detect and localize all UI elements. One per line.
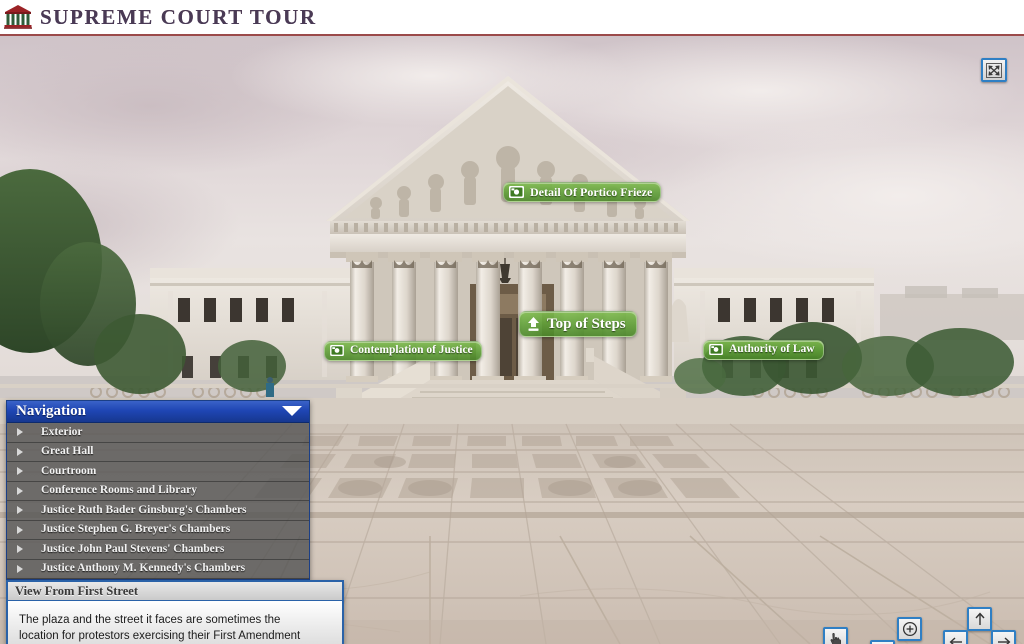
navigation-title: Navigation xyxy=(16,403,87,419)
courthouse-icon xyxy=(4,5,32,29)
navigation-panel-header[interactable]: Navigation xyxy=(7,401,309,423)
sidebar-item-conference-rooms-and-library[interactable]: Conference Rooms and Library xyxy=(7,481,309,501)
bullet-arrow-icon xyxy=(17,545,41,554)
fullscreen-expand-icon xyxy=(986,62,1002,78)
hand-pointer-icon xyxy=(830,632,841,644)
scene-info-body: The plaza and the street it faces are so… xyxy=(8,601,342,644)
sidebar-item-exterior[interactable]: Exterior xyxy=(7,423,309,443)
bullet-arrow-icon xyxy=(17,525,41,534)
hotspot-authority-of-law[interactable]: Authority of Law xyxy=(703,340,824,360)
scene-info-title-bar: View From First Street xyxy=(8,582,342,601)
plus-circle-icon xyxy=(902,621,917,637)
bullet-arrow-icon xyxy=(17,564,41,573)
sidebar-item-great-hall[interactable]: Great Hall xyxy=(7,442,309,462)
scene-info-text: The plaza and the street it faces are so… xyxy=(19,614,301,642)
fullscreen-button[interactable] xyxy=(981,58,1007,82)
camera-icon xyxy=(509,186,524,198)
sidebar-item-kennedy-chambers[interactable]: Justice Anthony M. Kennedy's Chambers xyxy=(7,559,309,579)
arrow-up-icon xyxy=(974,612,985,625)
hotspot-label: Contemplation of Justice xyxy=(350,344,473,356)
hotspot-label: Top of Steps xyxy=(547,315,626,332)
app-header: SUPREME COURT TOUR xyxy=(0,0,1024,36)
arrow-right-icon xyxy=(997,637,1010,644)
bullet-arrow-icon xyxy=(17,486,41,495)
sidebar-item-label: Courtroom xyxy=(41,464,97,477)
arrow-left-icon xyxy=(949,637,962,644)
camera-icon xyxy=(330,345,344,357)
bullet-arrow-icon xyxy=(17,447,41,456)
arrow-up-icon xyxy=(528,317,539,331)
navigation-panel: Navigation Exterior Great Hall Courtroom… xyxy=(6,400,310,580)
hotspot-label: Detail Of Portico Frieze xyxy=(530,185,653,199)
sidebar-item-label: Justice Stephen G. Breyer's Chambers xyxy=(41,523,231,535)
sidebar-item-label: Great Hall xyxy=(41,445,94,457)
sidebar-item-label: Conference Rooms and Library xyxy=(41,484,197,496)
look-right-button[interactable] xyxy=(991,630,1016,644)
zoom-out-button[interactable] xyxy=(870,640,895,644)
sidebar-item-label: Justice Ruth Bader Ginsburg's Chambers xyxy=(41,503,247,516)
sidebar-item-stevens-chambers[interactable]: Justice John Paul Stevens' Chambers xyxy=(7,540,309,560)
zoom-in-button[interactable] xyxy=(897,617,922,641)
scene-info-title: View From First Street xyxy=(15,583,138,598)
supreme-court-tour-app: SUPREME COURT TOUR Detail Of Portico Fri… xyxy=(0,0,1024,644)
pan-mode-button[interactable] xyxy=(823,627,848,644)
camera-icon xyxy=(709,344,723,356)
sidebar-item-breyer-chambers[interactable]: Justice Stephen G. Breyer's Chambers xyxy=(7,520,309,540)
look-up-button[interactable] xyxy=(967,607,992,631)
hotspot-detail-of-portico-frieze[interactable]: Detail Of Portico Frieze xyxy=(503,182,662,202)
sidebar-item-label: Justice John Paul Stevens' Chambers xyxy=(41,542,225,555)
hotspot-label: Authority of Law xyxy=(729,343,815,355)
chevron-down-icon[interactable] xyxy=(282,406,302,417)
bullet-arrow-icon xyxy=(17,506,41,515)
scene-info-panel: View From First Street The plaza and the… xyxy=(6,580,344,644)
sidebar-item-courtroom[interactable]: Courtroom xyxy=(7,462,309,482)
hotspot-top-of-steps[interactable]: Top of Steps xyxy=(519,311,637,337)
panorama-viewport[interactable]: Detail Of Portico Frieze Contemplation o… xyxy=(0,36,1024,644)
hotspot-contemplation-of-justice[interactable]: Contemplation of Justice xyxy=(324,341,482,361)
sidebar-item-ginsburg-chambers[interactable]: Justice Ruth Bader Ginsburg's Chambers xyxy=(7,501,309,521)
bullet-arrow-icon xyxy=(17,428,41,437)
navigation-list: Exterior Great Hall Courtroom Conference… xyxy=(7,423,309,579)
sidebar-item-label: Exterior xyxy=(41,425,83,438)
page-title: SUPREME COURT TOUR xyxy=(40,4,317,29)
look-left-button[interactable] xyxy=(943,630,968,644)
sidebar-item-label: Justice Anthony M. Kennedy's Chambers xyxy=(41,562,246,574)
bullet-arrow-icon xyxy=(17,467,41,476)
